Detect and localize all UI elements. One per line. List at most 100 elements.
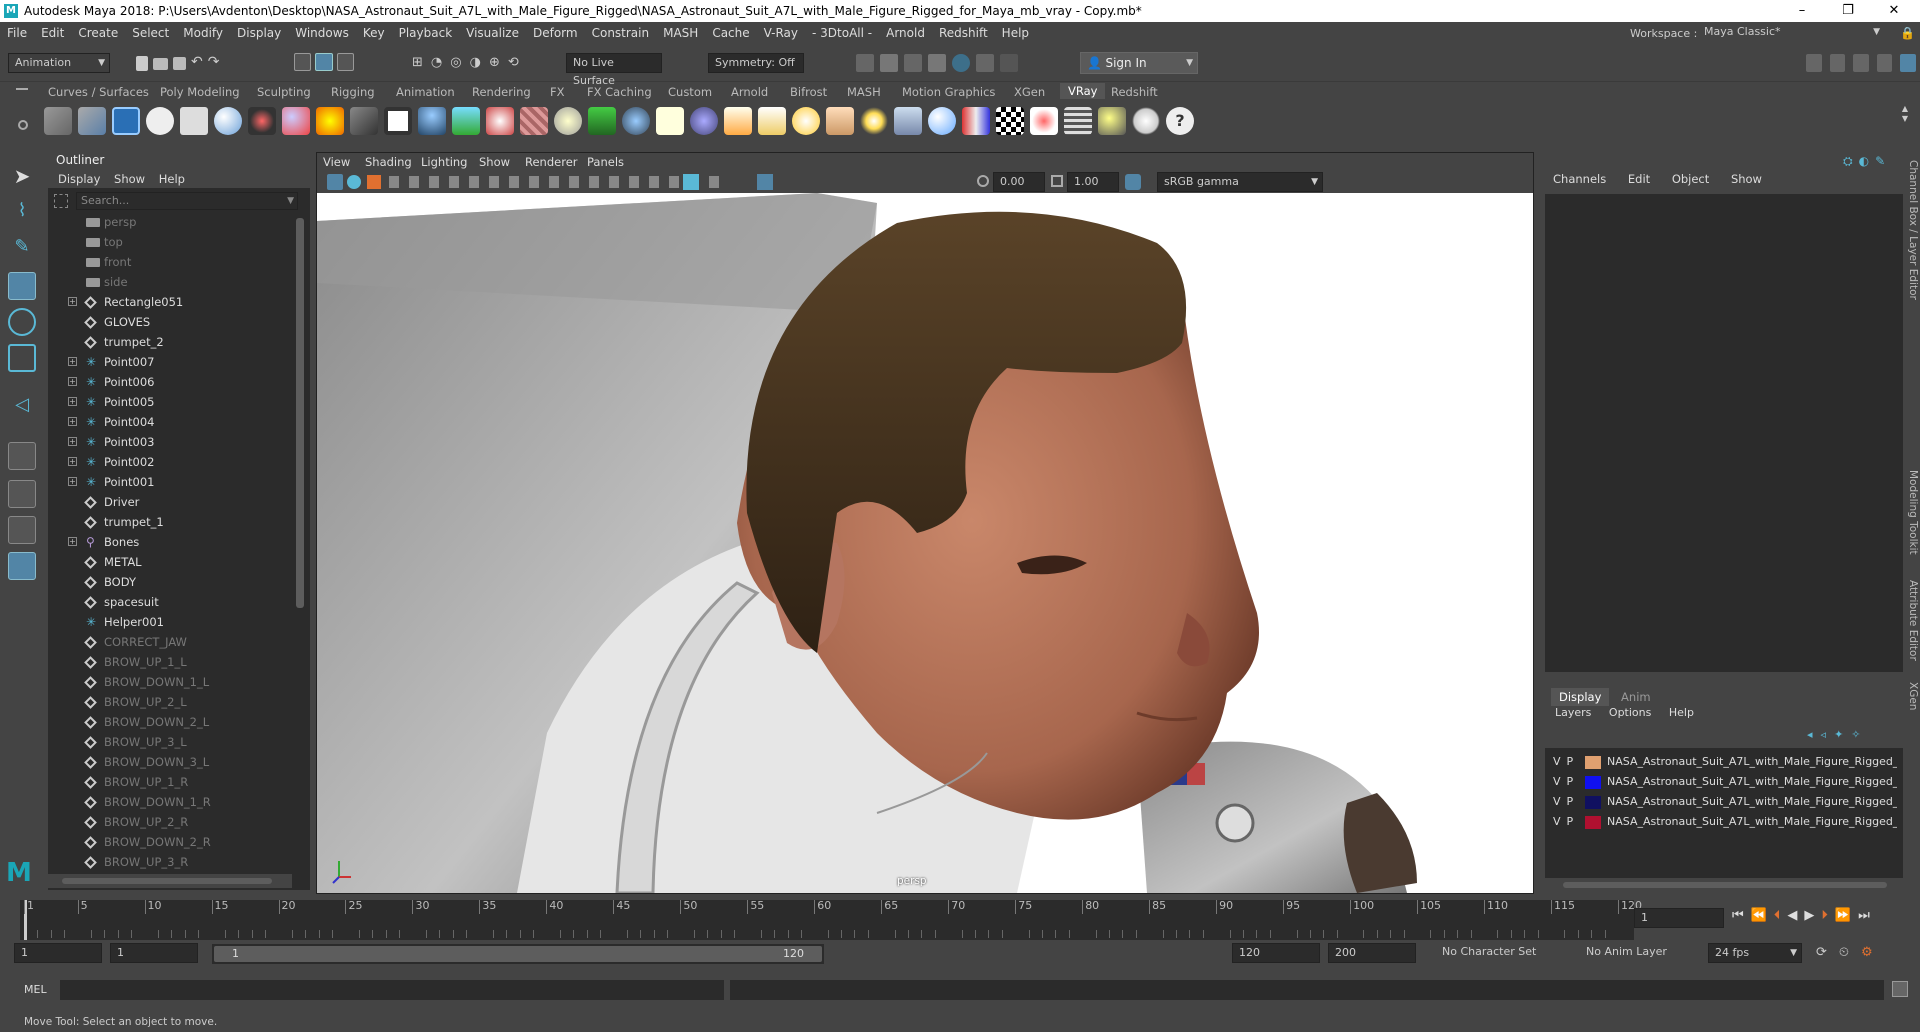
- vray-clipper-icon[interactable]: [656, 107, 684, 135]
- layer-menu-help[interactable]: Help: [1669, 706, 1694, 719]
- vray-plane-icon[interactable]: [350, 107, 378, 135]
- channel-box-layout-icon[interactable]: ⛭: [1843, 154, 1853, 168]
- viewport-scene[interactable]: persp: [317, 193, 1533, 893]
- outliner-item[interactable]: + ⚲ Bones: [48, 532, 292, 552]
- display-layer-row[interactable]: V P NASA_Astronaut_Suit_A7L_with_Male_Figu…: [1551, 812, 1897, 832]
- time-ruler[interactable]: 1 5 10 15 20 25 30 35 40 45 50 55 60 65 70 75 80 85 90 95 10…: [20, 900, 1642, 940]
- menu-file[interactable]: File: [0, 26, 34, 40]
- expand-icon[interactable]: +: [68, 357, 77, 366]
- layer-playback-flag[interactable]: P: [1567, 795, 1574, 808]
- character-set-dropdown[interactable]: No Character Set: [1436, 943, 1560, 963]
- display-layer-row[interactable]: V P NASA_Astronaut_Suit_A7L_with_Male_Figu…: [1551, 772, 1897, 792]
- single-view-icon[interactable]: [8, 442, 36, 470]
- attribute-editor-icon[interactable]: [1853, 54, 1869, 72]
- outliner-item[interactable]: spacesuit: [48, 592, 292, 612]
- undo-icon[interactable]: ↶: [191, 54, 203, 72]
- new-layer-selected-icon[interactable]: ✧: [1851, 728, 1860, 742]
- select-by-object-icon[interactable]: [315, 53, 333, 71]
- channel-box-body[interactable]: [1545, 194, 1903, 672]
- vray-fur-icon[interactable]: [418, 107, 446, 135]
- vray-blend-mtl-icon[interactable]: [282, 107, 310, 135]
- anim-layer-dropdown[interactable]: No Anim Layer: [1580, 943, 1688, 963]
- shelf-menu-icon[interactable]: [16, 88, 28, 90]
- shelf-tab-motion-graphics[interactable]: Motion Graphics: [902, 85, 995, 99]
- shelf-tab-bifrost[interactable]: Bifrost: [790, 85, 827, 99]
- move-tool-icon[interactable]: [8, 272, 36, 300]
- human-ik-icon[interactable]: [1829, 54, 1846, 72]
- expand-icon[interactable]: +: [68, 537, 77, 546]
- expand-icon[interactable]: +: [68, 457, 77, 466]
- vray-color-icon[interactable]: [962, 107, 990, 135]
- vray-spot-light-icon[interactable]: [758, 107, 786, 135]
- outliner-item[interactable]: + ✳ Point004: [48, 412, 292, 432]
- ipr-render-icon[interactable]: [904, 54, 922, 72]
- channel-menu-object[interactable]: Object: [1672, 172, 1709, 186]
- outliner-item[interactable]: + ✳ Point003: [48, 432, 292, 452]
- vray-displacement-icon[interactable]: [520, 107, 548, 135]
- hypershade-icon[interactable]: [952, 54, 970, 72]
- exposure-field[interactable]: 0.00: [993, 172, 1045, 192]
- vray-render-icon[interactable]: [44, 107, 72, 135]
- layer-visibility-flag[interactable]: V: [1553, 775, 1561, 788]
- camera-select-icon[interactable]: [327, 174, 343, 190]
- vray-sun-icon[interactable]: [860, 107, 888, 135]
- bookmarks-icon[interactable]: [367, 175, 381, 189]
- layer-menu-options[interactable]: Options: [1609, 706, 1651, 719]
- shelf-scroll-arrows[interactable]: ▲ ▼: [1900, 104, 1910, 134]
- menu-modify[interactable]: Modify: [176, 26, 230, 40]
- layer-visibility-playback-toggle[interactable]: VP: [1553, 772, 1573, 792]
- side-tab-xgen[interactable]: XGen: [1907, 682, 1919, 710]
- vray-checker-icon[interactable]: [996, 107, 1024, 135]
- vray-light-mtl-icon[interactable]: [316, 107, 344, 135]
- vray-frame-buffer-icon[interactable]: [112, 107, 140, 135]
- menu-create[interactable]: Create: [71, 26, 125, 40]
- outliner-item[interactable]: + ✳ Point002: [48, 452, 292, 472]
- outliner-item[interactable]: + ✳ Point006: [48, 372, 292, 392]
- select-by-hierarchy-icon[interactable]: [294, 53, 312, 71]
- redo-icon[interactable]: ↷: [208, 54, 220, 72]
- step-forward-key-icon[interactable]: ⏩: [1835, 908, 1851, 928]
- outliner-item[interactable]: CORRECT_JAW: [48, 632, 292, 652]
- channel-box-edit-icon[interactable]: ✎: [1875, 154, 1885, 168]
- layer-tab-anim[interactable]: Anim: [1613, 688, 1659, 706]
- viewport-menu-view[interactable]: View: [323, 153, 350, 171]
- outliner-item[interactable]: BROW_DOWN_1_R: [48, 792, 292, 812]
- menu-constrain[interactable]: Constrain: [585, 26, 657, 40]
- select-tool-icon[interactable]: ➤: [8, 164, 36, 192]
- viewport-menu-lighting[interactable]: Lighting: [421, 153, 467, 171]
- shelf-tab-poly-modeling[interactable]: Poly Modeling: [160, 85, 240, 99]
- menu-edit[interactable]: Edit: [34, 26, 71, 40]
- close-button[interactable]: ✕: [1872, 0, 1916, 22]
- command-input[interactable]: [60, 980, 724, 1000]
- current-frame-field[interactable]: 1: [1634, 908, 1724, 928]
- side-tab-channel-box[interactable]: Channel Box / Layer Editor: [1907, 160, 1919, 300]
- go-to-end-icon[interactable]: ⏭: [1858, 908, 1870, 928]
- outliner-item[interactable]: BROW_DOWN_3_L: [48, 752, 292, 772]
- outliner-item[interactable]: front: [48, 252, 292, 272]
- outliner-item[interactable]: BROW_DOWN_2_R: [48, 832, 292, 852]
- layer-color-swatch[interactable]: [1585, 776, 1601, 789]
- channel-menu-edit[interactable]: Edit: [1628, 172, 1650, 186]
- outliner-item[interactable]: BROW_UP_3_L: [48, 732, 292, 752]
- layer-color-swatch[interactable]: [1585, 756, 1601, 769]
- shelf-tab-sculpting[interactable]: Sculpting: [257, 85, 311, 99]
- shelf-tab-rigging[interactable]: Rigging: [331, 85, 375, 99]
- snap-together-icon[interactable]: ⟲: [508, 55, 519, 73]
- outliner-filter-icon[interactable]: [54, 194, 68, 208]
- shelf-tab-custom[interactable]: Custom: [668, 85, 712, 99]
- playback-end-field[interactable]: 120: [1232, 943, 1320, 963]
- layer-playback-flag[interactable]: P: [1567, 775, 1574, 788]
- outliner-item[interactable]: side: [48, 272, 292, 292]
- shelf-tab-fx-caching[interactable]: FX Caching: [587, 85, 652, 99]
- outliner-item[interactable]: BROW_UP_1_R: [48, 772, 292, 792]
- loop-icon[interactable]: ⟳: [1816, 945, 1827, 963]
- outliner-layout-icon[interactable]: [8, 552, 36, 580]
- shelf-tab-curves-surfaces[interactable]: Curves / Surfaces: [48, 85, 149, 99]
- display-layer-row[interactable]: V P NASA_Astronaut_Suit_A7L_with_Male_Figu…: [1551, 792, 1897, 812]
- vray-material-icon[interactable]: [214, 107, 242, 135]
- layer-visibility-flag[interactable]: V: [1553, 815, 1561, 828]
- menu-set-dropdown[interactable]: Animation ▼: [8, 53, 110, 73]
- vray-render-icon[interactable]: [976, 54, 994, 72]
- outliner-item[interactable]: BROW_UP_1_L: [48, 652, 292, 672]
- vray-lens-icon[interactable]: [1030, 107, 1058, 135]
